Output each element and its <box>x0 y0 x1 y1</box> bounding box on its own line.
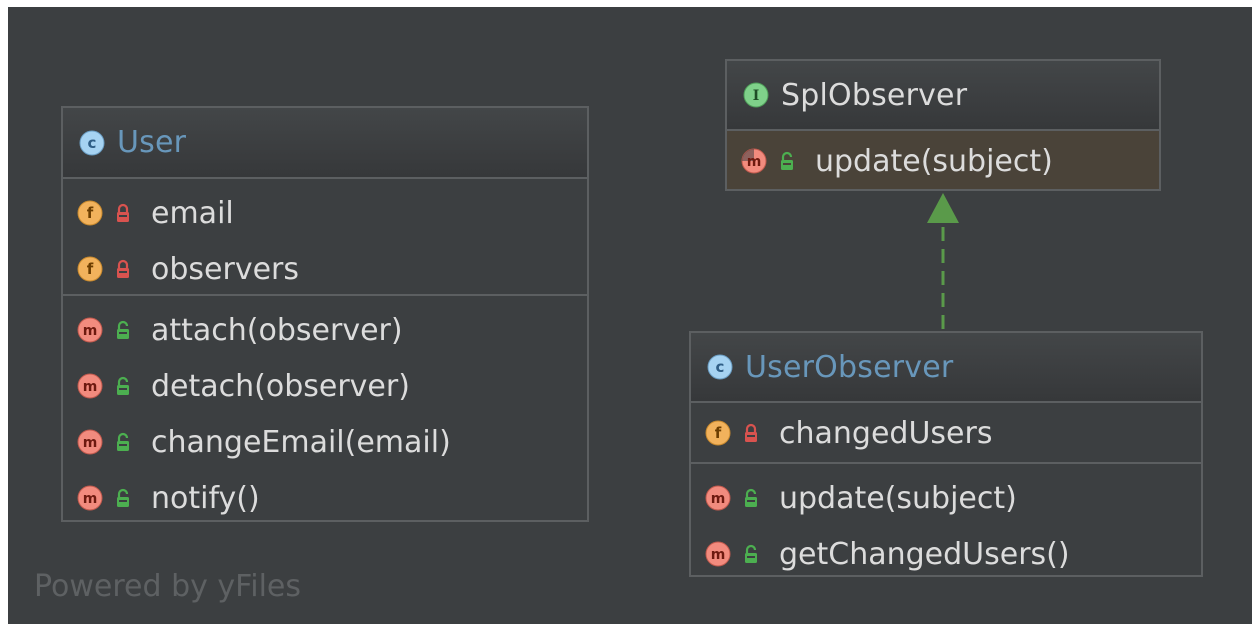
class-icon: c <box>79 130 105 156</box>
public-unlock-icon <box>779 151 795 171</box>
svg-text:m: m <box>711 491 726 507</box>
class-name: User <box>117 125 187 160</box>
field-name: email <box>151 195 234 231</box>
fields-section: f email f observers <box>63 179 587 296</box>
method-name: update(subject) <box>779 480 1017 516</box>
public-unlock-icon <box>743 488 759 508</box>
fields-section: f changedUsers <box>691 403 1201 464</box>
svg-text:I: I <box>753 88 760 104</box>
class-header: c User <box>63 108 587 179</box>
method-icon: m <box>705 485 731 511</box>
class-userobserver[interactable]: c UserObserver f changedUsers m update(s… <box>689 331 1203 577</box>
svg-text:m: m <box>83 379 98 395</box>
method-row[interactable]: m notify() <box>63 470 587 526</box>
method-icon: m <box>77 429 103 455</box>
svg-text:m: m <box>83 491 98 507</box>
private-lock-icon <box>115 203 131 223</box>
field-row[interactable]: f email <box>63 185 587 241</box>
svg-text:m: m <box>711 547 726 563</box>
method-icon: m <box>77 317 103 343</box>
interface-icon: I <box>743 82 769 108</box>
method-name: detach(observer) <box>151 368 410 404</box>
field-icon: f <box>77 256 103 282</box>
method-row[interactable]: m attach(observer) <box>63 302 587 358</box>
powered-by-watermark: Powered by yFiles <box>34 569 301 604</box>
svg-text:c: c <box>88 134 97 152</box>
field-row[interactable]: f changedUsers <box>691 405 1201 461</box>
method-name: changeEmail(email) <box>151 424 451 460</box>
methods-section: m attach(observer) m detach(observer) m <box>63 296 587 530</box>
svg-text:m: m <box>747 154 762 170</box>
method-row[interactable]: m update(subject) <box>727 133 1159 189</box>
methods-section: m update(subject) m getChangedUsers() <box>691 464 1201 586</box>
public-unlock-icon <box>115 320 131 340</box>
method-name: notify() <box>151 480 260 516</box>
methods-section: m update(subject) <box>727 131 1159 189</box>
private-lock-icon <box>743 423 759 443</box>
field-row[interactable]: f observers <box>63 241 587 297</box>
public-unlock-icon <box>115 432 131 452</box>
interface-header: I SplObserver <box>727 61 1159 131</box>
diagram-canvas: c User f email f observers m attach(obse… <box>8 7 1252 624</box>
implements-arrowhead <box>927 193 959 223</box>
method-icon: m <box>705 541 731 567</box>
class-icon: c <box>707 354 733 380</box>
method-icon: m <box>77 485 103 511</box>
field-name: observers <box>151 251 299 287</box>
interface-splobserver[interactable]: I SplObserver m update(subject) <box>725 59 1161 191</box>
method-name: attach(observer) <box>151 312 403 348</box>
field-icon: f <box>705 420 731 446</box>
interface-name: SplObserver <box>781 77 968 113</box>
method-icon: m <box>77 373 103 399</box>
abstract-method-icon: m <box>741 148 767 174</box>
method-name: update(subject) <box>815 143 1053 179</box>
method-name: getChangedUsers() <box>779 536 1070 572</box>
private-lock-icon <box>115 259 131 279</box>
public-unlock-icon <box>115 376 131 396</box>
class-header: c UserObserver <box>691 333 1201 403</box>
svg-text:f: f <box>87 260 94 278</box>
method-row[interactable]: m detach(observer) <box>63 358 587 414</box>
public-unlock-icon <box>743 544 759 564</box>
method-row[interactable]: m update(subject) <box>691 470 1201 526</box>
svg-text:m: m <box>83 323 98 339</box>
class-user[interactable]: c User f email f observers m attach(obse… <box>61 106 589 522</box>
field-name: changedUsers <box>779 415 993 451</box>
svg-text:c: c <box>716 358 725 376</box>
svg-text:f: f <box>87 204 94 222</box>
svg-text:f: f <box>715 424 722 442</box>
field-icon: f <box>77 200 103 226</box>
public-unlock-icon <box>115 488 131 508</box>
svg-text:m: m <box>83 435 98 451</box>
method-row[interactable]: m getChangedUsers() <box>691 526 1201 582</box>
class-name: UserObserver <box>745 349 954 385</box>
method-row[interactable]: m changeEmail(email) <box>63 414 587 470</box>
